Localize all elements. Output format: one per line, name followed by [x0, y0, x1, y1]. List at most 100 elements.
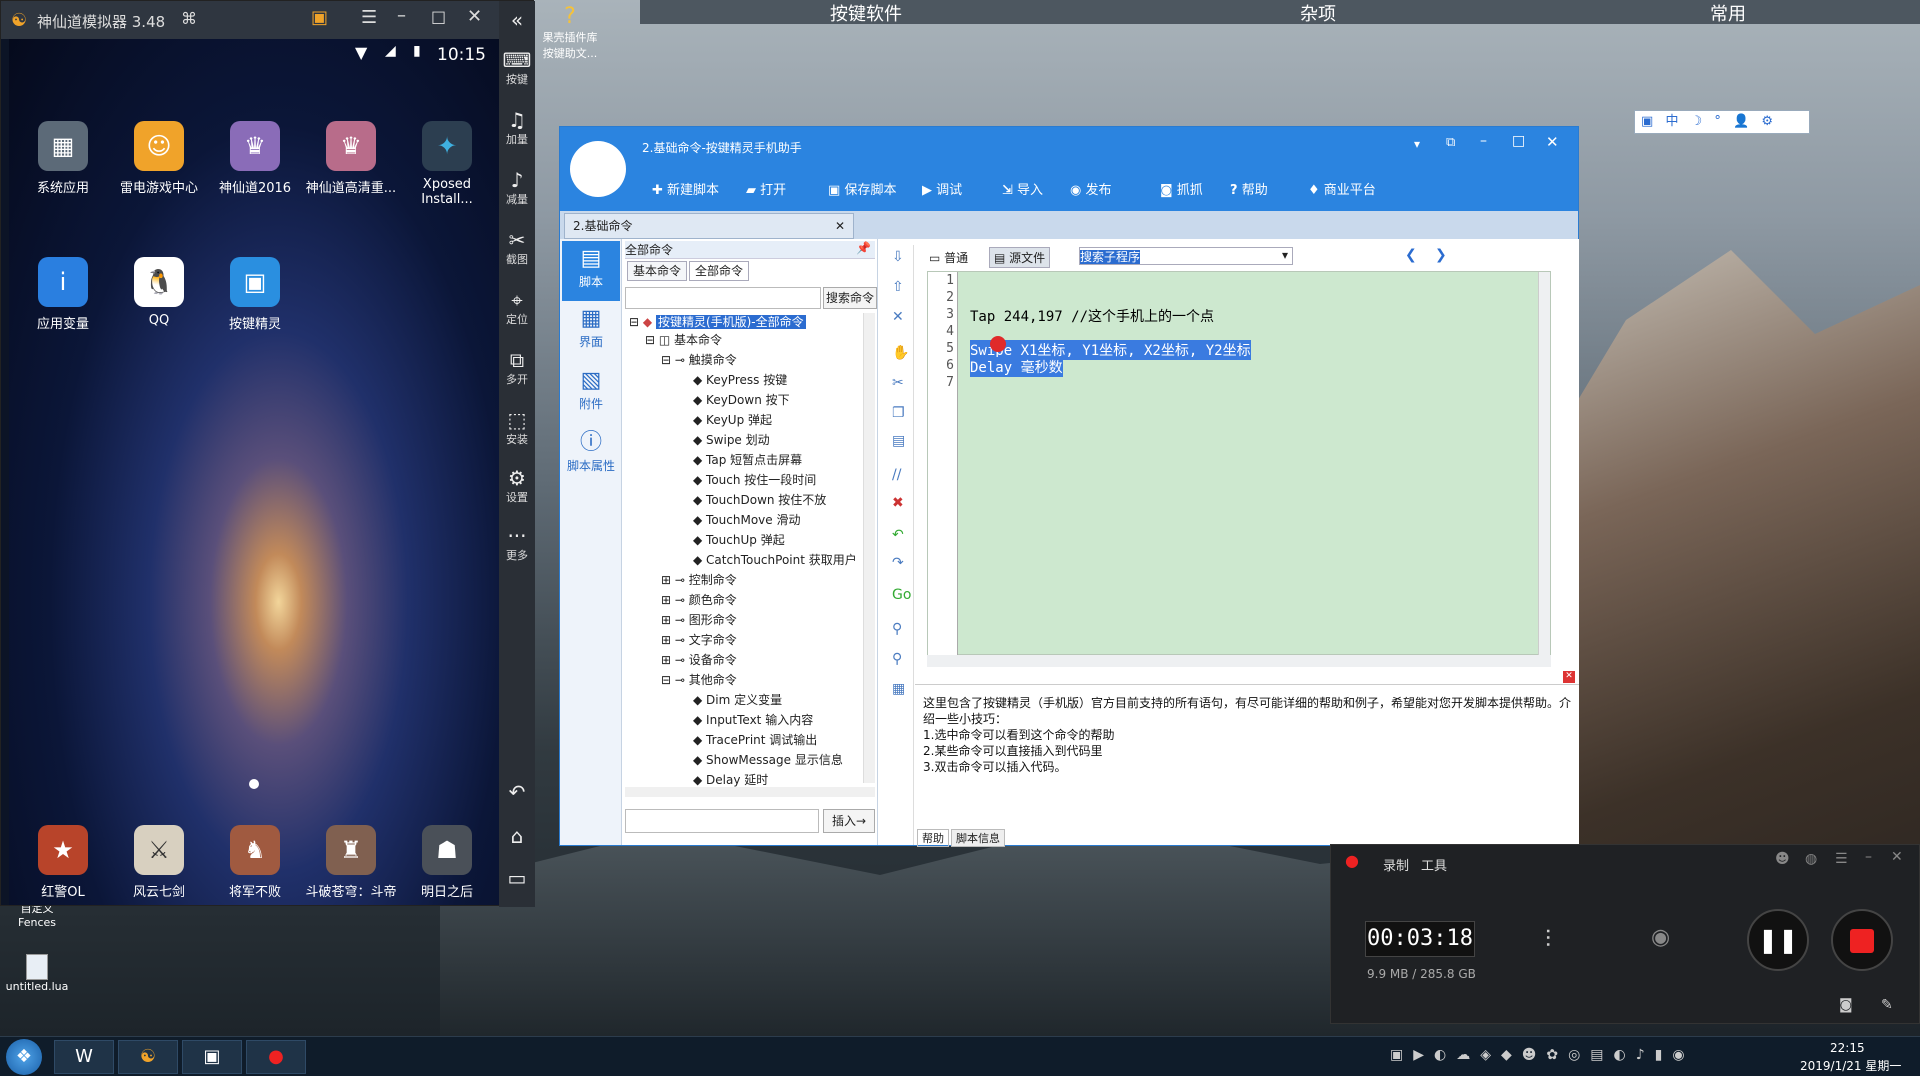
side-btn-volume-down[interactable]: ♪ 减量: [499, 169, 535, 207]
tab-tools[interactable]: 工具: [1421, 855, 1447, 874]
dropdown-icon[interactable]: ▾: [1414, 137, 1420, 151]
comment-icon[interactable]: //: [892, 467, 901, 483]
tab-help[interactable]: 帮助: [917, 829, 949, 847]
tree-leaf[interactable]: ◆ TouchDown 按住不放: [693, 491, 826, 508]
tab-record[interactable]: 录制: [1383, 855, 1409, 874]
delete-icon[interactable]: ✕: [892, 309, 904, 325]
avatar[interactable]: ☺: [570, 141, 626, 197]
tree-node[interactable]: ⊞ ⊸ 设备命令: [661, 651, 737, 668]
maximize-icon[interactable]: □: [1512, 133, 1525, 149]
tree-leaf[interactable]: ◆ Dim 定义变量: [693, 691, 782, 708]
view-source-tab[interactable]: ▤ 源文件: [989, 247, 1051, 268]
pin-icon[interactable]: 📌: [856, 241, 871, 255]
tree-node[interactable]: ⊞ ⊸ 图形命令: [661, 611, 737, 628]
tree-leaf[interactable]: ◆ ShowMessage 显示信息: [693, 751, 843, 768]
tree-node[interactable]: ⊟ ◫ 基本命令: [645, 331, 722, 348]
side-btn-location[interactable]: ⌖ 定位: [499, 289, 535, 327]
insert-button[interactable]: 插入→: [823, 809, 875, 833]
gift-icon[interactable]: ▣: [311, 7, 328, 28]
webcam-icon[interactable]: ◉: [1651, 925, 1670, 950]
app-icon[interactable]: ▦ 系统应用: [13, 121, 113, 196]
ime-lang[interactable]: 中: [1665, 114, 1678, 129]
topbar-item[interactable]: 按键软件: [830, 0, 902, 26]
paste-icon[interactable]: ▤: [892, 433, 905, 449]
tree-node[interactable]: ⊞ ⊸ 控制命令: [661, 571, 737, 588]
uncomment-icon[interactable]: ✖: [892, 495, 904, 511]
tree-leaf[interactable]: ◆ CatchTouchPoint 获取用户: [693, 551, 873, 568]
minimize-icon[interactable]: –: [1865, 849, 1872, 865]
code-h-scrollbar[interactable]: [927, 655, 1551, 667]
move-down-icon[interactable]: ⇩: [892, 249, 904, 265]
tree-leaf[interactable]: ◆ TouchUp 弹起: [693, 531, 785, 548]
close-icon[interactable]: ✕: [1546, 133, 1559, 151]
debug-button[interactable]: ▶ 调试: [922, 179, 962, 198]
app-icon[interactable]: ♛ 神仙道高清重...: [301, 121, 401, 196]
app-icon[interactable]: 🐧 QQ: [109, 257, 209, 328]
app-icon[interactable]: ✦ Xposed Install...: [397, 121, 497, 207]
publish-button[interactable]: ◉ 发布: [1070, 179, 1112, 198]
topbar-item[interactable]: 常用: [1710, 0, 1746, 26]
help-button[interactable]: ? 帮助: [1230, 179, 1268, 198]
back-button[interactable]: ↶: [499, 781, 535, 803]
save-script-button[interactable]: ▣ 保存脚本: [828, 179, 896, 198]
doc-tab[interactable]: 2.基础命令 ✕: [564, 213, 854, 239]
nav-ui[interactable]: ▦ 界面: [562, 305, 620, 350]
user-icon[interactable]: ☻: [1775, 851, 1790, 867]
close-icon[interactable]: ✕: [1891, 849, 1903, 865]
tab-close-icon[interactable]: ✕: [835, 214, 845, 238]
import-button[interactable]: ⇲ 导入: [1002, 179, 1043, 198]
pen-icon[interactable]: ✎: [1881, 997, 1893, 1013]
code-line-selected[interactable]: Delay 毫秒数: [970, 357, 1063, 377]
minimize-icon[interactable]: –: [397, 5, 406, 26]
app-icon[interactable]: ♛ 神仙道2016: [205, 121, 305, 196]
tree-root[interactable]: ⊟ ◆ 按键精灵(手机版)-全部命令: [629, 313, 806, 330]
replace-icon[interactable]: ⚲: [892, 651, 902, 667]
menu-icon[interactable]: ☰: [1835, 851, 1848, 867]
tree-node[interactable]: ⊟ ⊸ 其他命令: [661, 671, 737, 688]
side-btn-multi[interactable]: ⧉ 多开: [499, 349, 535, 387]
start-button[interactable]: ❖: [6, 1039, 42, 1075]
tab-script-info[interactable]: 脚本信息: [951, 829, 1005, 847]
nav-script-props[interactable]: ⓘ 脚本属性: [562, 429, 620, 474]
cut-icon[interactable]: ✂: [892, 375, 904, 391]
next-icon[interactable]: ❯: [1435, 247, 1447, 263]
side-btn-more[interactable]: ··· 更多: [499, 525, 535, 563]
search-subroutine-select[interactable]: 搜索子程序 ▾: [1079, 247, 1293, 265]
taskbar-app[interactable]: ▣: [182, 1040, 242, 1074]
tree-leaf[interactable]: ◆ KeyUp 弹起: [693, 411, 772, 428]
ime-settings-icon[interactable]: ⚙: [1761, 114, 1773, 129]
dock-app[interactable]: ☗ 明日之后: [397, 825, 497, 900]
recents-button[interactable]: ▭: [499, 867, 535, 889]
taskbar-app[interactable]: ☯: [118, 1040, 178, 1074]
capture-button[interactable]: ◙ 抓抓: [1160, 179, 1203, 198]
open-button[interactable]: ▰ 打开: [746, 179, 786, 198]
tree-leaf[interactable]: ◆ InputText 输入内容: [693, 711, 813, 728]
copy-icon[interactable]: ❐: [892, 405, 905, 421]
tree-scrollbar[interactable]: [863, 313, 875, 783]
ime-user-icon[interactable]: 👤: [1733, 114, 1749, 129]
tree-leaf[interactable]: ◆ Tap 短暂点击屏幕: [693, 451, 802, 468]
gamepad-icon[interactable]: ⌘: [181, 9, 197, 28]
side-btn-screenshot[interactable]: ✂ 截图: [499, 229, 535, 267]
ime-moon-icon[interactable]: ☽: [1691, 114, 1703, 129]
tree-leaf[interactable]: ◆ Touch 按住一段时间: [693, 471, 816, 488]
tree-leaf[interactable]: ◆ Delay 延时: [693, 771, 768, 788]
side-btn-settings[interactable]: ⚙ 设置: [499, 467, 535, 505]
dock-app[interactable]: ♜ 斗破苍穹：斗帝: [301, 825, 401, 900]
app-icon[interactable]: ▣ 按键精灵: [205, 257, 305, 332]
tree-leaf[interactable]: ◆ KeyDown 按下: [693, 391, 790, 408]
tree-node[interactable]: ⊞ ⊸ 文字命令: [661, 631, 737, 648]
desktop-icon-lua[interactable]: untitled.lua: [2, 954, 72, 993]
tree-leaf[interactable]: ◆ Swipe 划动: [693, 431, 770, 448]
code-line[interactable]: Tap 244,197 //这个手机上的一个点: [970, 306, 1214, 326]
side-btn-volume-up[interactable]: ♫ 加量: [499, 109, 535, 147]
menu-icon[interactable]: ☰: [361, 7, 377, 28]
ime-logo-icon[interactable]: ▣: [1641, 114, 1653, 129]
nav-script[interactable]: ▤ 脚本: [562, 241, 620, 301]
taskbar-app[interactable]: W: [54, 1040, 114, 1074]
tree-node[interactable]: ⊞ ⊸ 颜色命令: [661, 591, 737, 608]
view-normal-tab[interactable]: ▭ 普通: [929, 249, 968, 266]
search-command-button[interactable]: 搜索命令: [823, 287, 877, 309]
search-input[interactable]: [625, 287, 821, 309]
restore-icon[interactable]: ⧉: [1446, 135, 1455, 150]
